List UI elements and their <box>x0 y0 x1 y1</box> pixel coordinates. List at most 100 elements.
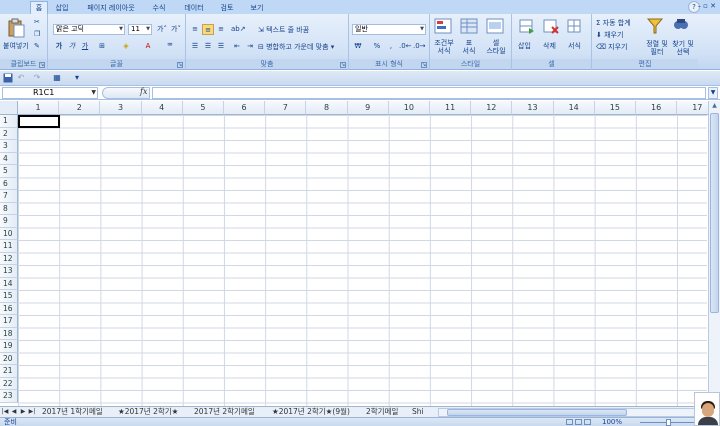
row-header[interactable]: 5 <box>0 165 18 178</box>
tab-review[interactable]: 검토 <box>216 2 238 14</box>
vertical-scrollbar[interactable]: ▲ ▼ <box>708 101 720 406</box>
row-header[interactable]: 1 <box>0 115 18 128</box>
format-cells-icon[interactable] <box>566 18 586 34</box>
alignment-launcher-icon[interactable]: ↘ <box>340 62 346 68</box>
row-header[interactable]: 23 <box>0 390 18 403</box>
align-bottom-icon[interactable]: ≡ <box>215 24 227 35</box>
insert-cells-icon[interactable] <box>518 18 538 34</box>
row-header[interactable]: 22 <box>0 377 18 390</box>
decrease-indent-icon[interactable]: ⇤ <box>231 41 243 52</box>
autosum-button[interactable]: Σ 자동 합계 <box>596 18 631 28</box>
row-header[interactable]: 12 <box>0 252 18 265</box>
horizontal-scroll-thumb[interactable] <box>447 409 627 416</box>
delete-cells-icon[interactable] <box>542 18 562 34</box>
sheet-tab-5[interactable]: 2학기메일 <box>366 407 410 417</box>
number-launcher-icon[interactable]: ↘ <box>421 62 427 68</box>
undo-icon[interactable]: ↶ <box>16 73 26 83</box>
tab-page-layout[interactable]: 페이지 레이아웃 <box>82 2 140 14</box>
cell-styles-button[interactable]: 셀 스타일 <box>483 39 509 55</box>
bold-button[interactable]: 가 <box>53 41 65 52</box>
row-header[interactable]: 2 <box>0 127 18 140</box>
find-select-button[interactable]: 찾기 및 선택 <box>670 40 696 56</box>
row-header[interactable]: 3 <box>0 140 18 153</box>
increase-decimal-icon[interactable]: .0← <box>399 41 412 52</box>
clipboard-launcher-icon[interactable]: ↘ <box>39 62 45 68</box>
page-layout-view-icon[interactable] <box>575 419 582 425</box>
fill-button[interactable]: ⬇ 채우기 <box>596 30 623 40</box>
merge-center-button[interactable]: ⊟ 병합하고 가운데 맞춤 ▾ <box>258 42 334 52</box>
orientation-icon[interactable]: ab↗ <box>231 24 246 35</box>
zoom-level[interactable]: 100% <box>602 418 622 426</box>
sort-filter-button[interactable]: 정렬 및 필터 <box>644 40 670 56</box>
format-cells-button[interactable]: 서식 <box>568 41 581 51</box>
expand-formula-bar-icon[interactable]: ▼ <box>708 87 718 99</box>
horizontal-scrollbar[interactable] <box>438 408 708 417</box>
print-preview-icon[interactable]: ▦ <box>52 73 62 83</box>
sheet-tab-4[interactable]: ★2017년 2학기★(9월) <box>272 407 362 417</box>
prev-sheet-icon[interactable]: ◀ <box>10 407 18 417</box>
border-icon[interactable]: ⊞ <box>96 41 108 52</box>
select-all-corner[interactable] <box>0 101 18 115</box>
align-top-icon[interactable]: ≡ <box>189 24 201 35</box>
zoom-slider-knob[interactable] <box>666 419 671 426</box>
column-header[interactable]: 12 <box>471 101 513 115</box>
sheet-tab-2[interactable]: ★2017년 2학기★ <box>118 407 192 417</box>
column-header[interactable]: 15 <box>594 101 636 115</box>
column-header[interactable]: 8 <box>306 101 348 115</box>
format-as-table-icon[interactable] <box>460 18 480 34</box>
tab-insert[interactable]: 삽입 <box>52 2 72 14</box>
shrink-font-icon[interactable]: 가˅ <box>170 24 182 35</box>
align-middle-icon[interactable]: ≡ <box>202 24 214 35</box>
italic-button[interactable]: 가 <box>66 41 78 52</box>
name-box[interactable]: R1C1 ▼ <box>2 87 98 99</box>
percent-button[interactable]: % <box>371 41 383 52</box>
formula-input[interactable] <box>152 87 706 99</box>
save-icon[interactable] <box>3 73 13 83</box>
currency-button[interactable]: ₩ <box>352 41 364 52</box>
grow-font-icon[interactable]: 가˄ <box>156 24 168 35</box>
row-header[interactable]: 21 <box>0 365 18 378</box>
row-header[interactable]: 4 <box>0 152 18 165</box>
row-header[interactable]: 10 <box>0 227 18 240</box>
phonetic-icon[interactable]: ᄈ <box>164 41 176 52</box>
row-header[interactable]: 17 <box>0 315 18 328</box>
row-header[interactable]: 7 <box>0 190 18 203</box>
row-header[interactable]: 18 <box>0 327 18 340</box>
comma-button[interactable]: , <box>385 41 397 52</box>
normal-view-icon[interactable] <box>566 419 573 425</box>
insert-function-button[interactable]: fx <box>140 87 147 96</box>
cell-styles-icon[interactable] <box>486 18 506 34</box>
column-header[interactable]: 13 <box>512 101 554 115</box>
align-right-icon[interactable]: ☰ <box>215 41 227 52</box>
row-header[interactable]: 15 <box>0 290 18 303</box>
zoom-slider[interactable] <box>640 419 700 426</box>
paste-icon[interactable] <box>6 18 26 38</box>
tab-view[interactable]: 보기 <box>246 2 268 14</box>
tab-home[interactable]: 홈 <box>30 1 48 14</box>
clear-button[interactable]: ⌫ 지우기 <box>596 42 627 52</box>
align-left-icon[interactable]: ☰ <box>189 41 201 52</box>
first-sheet-icon[interactable]: |◀ <box>1 407 9 417</box>
tab-data[interactable]: 데이터 <box>180 2 208 14</box>
customize-qat-icon[interactable]: ▾ <box>72 73 82 83</box>
scroll-up-icon[interactable]: ▲ <box>709 101 720 111</box>
row-header[interactable]: 20 <box>0 352 18 365</box>
conditional-format-icon[interactable] <box>434 18 454 34</box>
vertical-scroll-thumb[interactable] <box>710 113 719 313</box>
font-launcher-icon[interactable]: ↘ <box>177 62 183 68</box>
last-sheet-icon[interactable]: ▶| <box>28 407 36 417</box>
name-box-dropdown-icon[interactable]: ▼ <box>91 88 96 98</box>
row-header[interactable]: 16 <box>0 302 18 315</box>
column-header[interactable]: 6 <box>224 101 266 115</box>
find-select-icon[interactable] <box>672 17 692 33</box>
fill-color-icon[interactable]: ◈ <box>120 41 132 52</box>
row-header[interactable]: 13 <box>0 265 18 278</box>
redo-icon[interactable]: ↷ <box>32 73 42 83</box>
column-header[interactable]: 11 <box>430 101 472 115</box>
wrap-text-button[interactable]: ⇲ 텍스트 줄 바꿈 <box>258 25 309 35</box>
page-break-view-icon[interactable] <box>584 419 591 425</box>
paste-button[interactable]: 붙여넣기 <box>3 41 29 51</box>
delete-cells-button[interactable]: 삭제 <box>543 41 556 51</box>
insert-cells-button[interactable]: 삽입 <box>518 41 531 51</box>
sheet-tab-6[interactable]: Shi <box>412 407 432 417</box>
